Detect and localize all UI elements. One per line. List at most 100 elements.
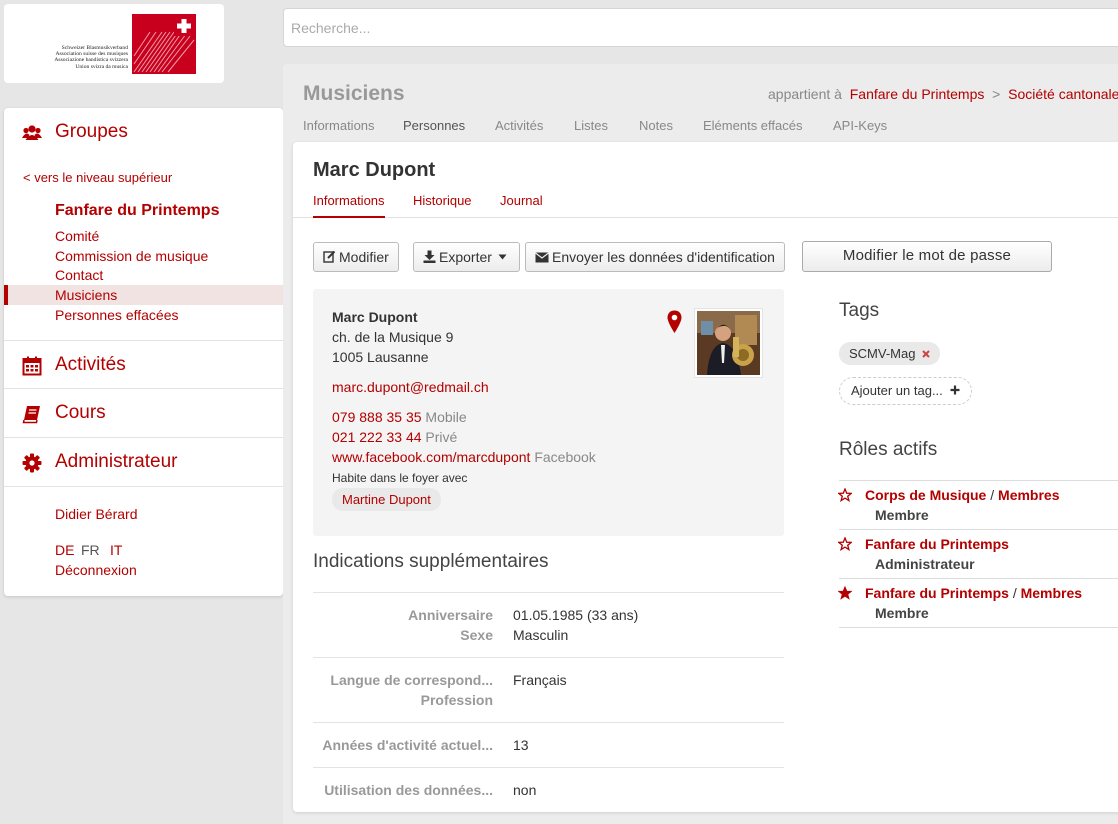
phone-private-link[interactable]: 021 222 33 44 <box>332 429 422 445</box>
nav-admin[interactable]: Administrateur <box>4 438 283 487</box>
divider <box>839 480 1118 481</box>
contact-email-link[interactable]: marc.dupont@redmail.ch <box>332 379 489 395</box>
lang-fr[interactable]: FR <box>81 542 100 558</box>
breadcrumb-prefix: appartient à <box>768 86 842 102</box>
nav-activities[interactable]: Activités <box>4 340 283 389</box>
star-filled-icon[interactable] <box>838 586 852 600</box>
book-icon <box>22 406 40 424</box>
tab-person-informations[interactable]: Informations <box>313 193 385 218</box>
subgroup-personnes-effacees[interactable]: Personnes effacées <box>55 307 179 323</box>
divider <box>313 657 784 658</box>
tab-api-keys[interactable]: API-Keys <box>833 118 887 133</box>
breadcrumb-group[interactable]: Fanfare du Printemps <box>850 86 985 102</box>
sidebar: Groupes < vers le niveau supérieur Fanfa… <box>4 108 283 596</box>
edit-button[interactable]: Modifier <box>313 242 399 272</box>
divider <box>313 722 784 723</box>
active-years-label: Années d'activité actuel... <box>322 737 493 753</box>
subgroup-commission[interactable]: Commission de musique <box>55 248 208 264</box>
divider <box>313 767 784 768</box>
star-outline-icon[interactable] <box>838 488 852 502</box>
tab-personnes[interactable]: Personnes <box>403 118 465 133</box>
nav-courses[interactable]: Cours <box>4 389 283 438</box>
role-subgroup-name[interactable]: Membres <box>1021 585 1082 601</box>
edit-icon <box>323 250 336 263</box>
tags-heading: Tags <box>839 300 880 321</box>
lang-it[interactable]: IT <box>110 542 122 558</box>
birthday-label: Anniversaire <box>408 607 493 623</box>
nav-groups[interactable]: Groupes <box>4 108 283 157</box>
subgroup-contact[interactable]: Contact <box>55 267 103 283</box>
export-button-label: Exporter <box>439 249 492 265</box>
role-group-link: Corps de Musique / Membres <box>865 487 1060 503</box>
phone-mobile: 079 888 35 35 Mobile <box>332 409 467 425</box>
subgroup-comite[interactable]: Comité <box>55 228 99 244</box>
lang-de[interactable]: DE <box>55 542 74 558</box>
social-link[interactable]: www.facebook.com/marcdupont <box>332 449 530 465</box>
birthday-value: 01.05.1985 (33 ans) <box>513 607 639 623</box>
household-member-chip[interactable]: Martine Dupont <box>332 488 441 511</box>
role-subgroup-name[interactable]: Membres <box>998 487 1059 503</box>
gear-icon <box>22 453 42 473</box>
subgroup-musiciens[interactable]: Musiciens <box>55 287 117 303</box>
gender-label: Sexe <box>460 627 493 643</box>
tab-activites[interactable]: Activités <box>495 118 543 133</box>
correspondence-language-value: Français <box>513 672 567 688</box>
tab-person-historique[interactable]: Historique <box>413 193 472 208</box>
breadcrumb: appartient à Fanfare du Printemps > Soci… <box>768 86 1118 102</box>
tab-listes[interactable]: Listes <box>574 118 608 133</box>
parent-level-link[interactable]: < vers le niveau supérieur <box>23 170 172 185</box>
profession-label: Profession <box>420 692 493 708</box>
person-photo <box>694 308 763 378</box>
tab-elements-effaces[interactable]: Eléments effacés <box>703 118 802 133</box>
send-login-label: Envoyer les données d'identification <box>552 249 775 265</box>
divider <box>839 529 1118 530</box>
tab-notes[interactable]: Notes <box>639 118 673 133</box>
search-input[interactable]: Recherche... <box>283 8 1118 47</box>
person-name-title: Marc Dupont <box>313 159 436 181</box>
divider <box>839 578 1118 579</box>
export-dropdown-button[interactable]: Exporter <box>413 242 520 272</box>
gender-value: Masculin <box>513 627 569 643</box>
role-group-name[interactable]: Corps de Musique <box>865 487 986 503</box>
envelope-icon <box>535 252 549 263</box>
breadcrumb-layer[interactable]: Société cantonale <box>1008 86 1118 102</box>
contact-name: Marc Dupont <box>332 309 418 325</box>
swiss-cross-logo-icon <box>132 14 196 74</box>
role-group-name[interactable]: Fanfare du Printemps <box>865 585 1009 601</box>
nav-groups-label: Groupes <box>55 121 128 142</box>
tab-person-journal[interactable]: Journal <box>500 193 543 208</box>
phone-mobile-type: Mobile <box>425 409 467 425</box>
current-group-title[interactable]: Fanfare du Printemps <box>55 202 219 220</box>
tab-informations[interactable]: Informations <box>303 118 375 133</box>
active-roles-heading: Rôles actifs <box>839 439 938 460</box>
phone-private-type: Privé <box>425 429 458 445</box>
send-login-button[interactable]: Envoyer les données d'identification <box>525 242 785 272</box>
add-tag-button[interactable]: Ajouter un tag... <box>839 377 973 405</box>
page-title: Musiciens <box>303 82 405 105</box>
divider <box>313 592 784 593</box>
household-label: Habite dans le foyer avec <box>332 471 468 485</box>
phone-mobile-link[interactable]: 079 888 35 35 <box>332 409 422 425</box>
app-logo[interactable]: Schweizer Blasmusikverband Association s… <box>4 4 224 83</box>
nav-admin-label: Administrateur <box>55 451 178 472</box>
edit-button-label: Modifier <box>339 249 389 265</box>
social-type: Facebook <box>534 449 596 465</box>
role-group-link: Fanfare du Printemps / Membres <box>865 585 1083 601</box>
additional-info-heading: Indications supplémentaires <box>313 551 549 572</box>
star-outline-icon[interactable] <box>838 537 852 551</box>
change-password-button[interactable]: Modifier le mot de passe <box>802 241 1052 272</box>
nav-courses-label: Cours <box>55 402 106 423</box>
person-photo-image <box>697 311 760 375</box>
users-icon <box>22 125 42 140</box>
data-usage-label: Utilisation des données... <box>324 782 493 798</box>
user-profile-link[interactable]: Didier Bérard <box>55 506 137 522</box>
role-name: Administrateur <box>875 556 975 572</box>
active-years-value: 13 <box>513 737 529 753</box>
remove-tag-icon[interactable] <box>922 350 930 358</box>
logout-link[interactable]: Déconnexion <box>55 562 137 578</box>
map-marker-icon[interactable] <box>667 310 682 334</box>
calendar-icon <box>22 356 42 376</box>
add-tag-label: Ajouter un tag... <box>851 383 943 398</box>
role-group-link[interactable]: Fanfare du Printemps <box>865 536 1009 552</box>
breadcrumb-separator: > <box>992 86 1001 102</box>
